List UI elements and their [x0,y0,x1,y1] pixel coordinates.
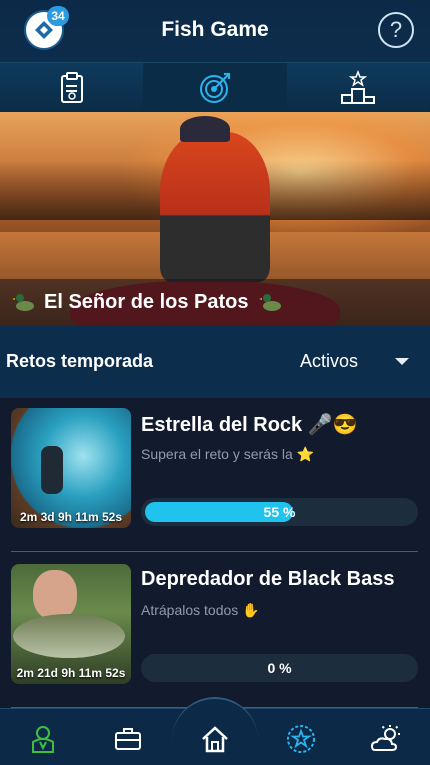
challenge-subtitle: Supera el reto y serás la ⭐ [141,446,315,462]
status-filter-dropdown[interactable]: Activos [300,351,358,372]
challenge-subtitle: Atrápalos todos ✋ [141,602,260,618]
nav-profile[interactable] [28,724,58,754]
target-icon [199,72,230,103]
challenge-title: Depredador de Black Bass [141,568,395,590]
chevron-down-icon[interactable] [395,358,409,365]
challenge-list: 2m 3d 9h 11m 52s Estrella del Rock 🎤😎 Su… [0,398,430,708]
bottom-nav [0,697,430,765]
clipboard-icon [60,71,83,103]
nav-weather[interactable] [371,724,401,754]
tab-challenges[interactable] [143,63,286,112]
hero-angler-cap [180,116,230,142]
app-title: Fish Game [161,18,269,41]
challenge-title: Estrella del Rock 🎤😎 [141,414,358,436]
thumbnail-bass [13,614,125,658]
weather-icon [371,725,400,751]
home-icon [202,726,228,753]
thumbnail-angler [41,446,63,494]
season-challenges-header: Retos temporada Activos [0,325,430,398]
app-screen: 34 Fish Game ? El Señor de los Patos Ret… [0,0,430,765]
tab-ranking[interactable] [286,63,430,112]
nav-achievements[interactable] [286,724,316,754]
duck-icon [258,294,281,311]
challenge-progress-bar: 55 % [141,498,418,526]
challenge-progress-bar: 0 % [141,654,418,682]
progress-label: 55 % [263,504,296,520]
duck-icon [12,294,34,311]
thumbnail-angler-face [33,570,77,620]
hero-banner[interactable]: El Señor de los Patos [0,112,430,325]
help-button[interactable]: ? [378,12,414,48]
tab-bar [0,62,430,112]
nav-inventory[interactable] [113,724,143,754]
challenge-card[interactable]: 2m 21d 9h 11m 52s Depredador de Black Ba… [11,554,418,710]
nav-home[interactable] [200,724,230,754]
progress-label: 0 % [267,660,292,676]
top-bar: 34 Fish Game ? [0,0,430,62]
hero-title: El Señor de los Patos [44,290,249,313]
challenge-timer: 2m 21d 9h 11m 52s [16,666,126,680]
tab-tasks[interactable] [0,63,144,112]
challenge-timer: 2m 3d 9h 11m 52s [19,510,123,524]
hero-caption: El Señor de los Patos [0,279,430,325]
hero-angler [160,132,270,282]
challenge-card[interactable]: 2m 3d 9h 11m 52s Estrella del Rock 🎤😎 Su… [11,398,418,554]
podium-icon [341,69,376,104]
profile-icon [32,726,54,753]
divider [11,551,418,552]
challenge-thumbnail: 2m 21d 9h 11m 52s [11,564,131,684]
section-title: Retos temporada [6,351,154,371]
briefcase-icon [115,728,141,750]
challenge-thumbnail: 2m 3d 9h 11m 52s [11,408,131,528]
star-badge-icon [287,725,315,753]
